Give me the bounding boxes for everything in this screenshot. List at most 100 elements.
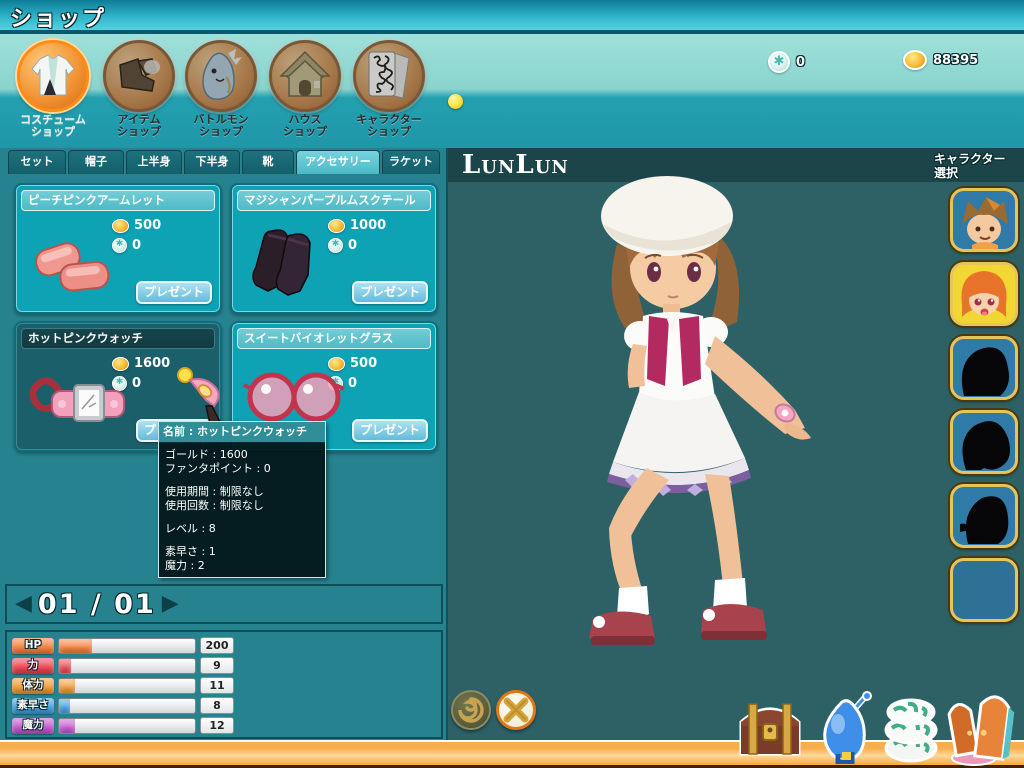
title-bar: ショップ <box>0 0 1024 30</box>
present-button[interactable]: プレゼント <box>352 281 428 304</box>
shop-nav-item[interactable]: アイテム ショップ <box>96 40 182 138</box>
balloon-pet-icon[interactable] <box>812 690 876 764</box>
notification-dot <box>448 94 463 109</box>
purple-gloves-image <box>242 225 332 307</box>
present-button[interactable]: プレゼント <box>136 281 212 304</box>
character-slot-locked[interactable] <box>950 484 1018 548</box>
stat-bar-fill <box>59 639 92 653</box>
stat-label: 素早さ <box>12 698 54 714</box>
rotate-swirl-icon <box>456 695 486 725</box>
tab-lower-body[interactable]: 下半身 <box>184 150 240 174</box>
tooltip-agility: 素早さ : 1 <box>165 545 319 559</box>
violet-glasses-image <box>242 363 346 427</box>
gold-value: 88395 <box>933 53 978 68</box>
stat-row-magic: 魔力 12 <box>12 717 441 734</box>
tooltip-item-name: 名前 : ホットピンクウォッチ <box>159 422 325 443</box>
item-name: マジシャンパープルムスクテール <box>237 190 431 211</box>
wand-cursor-icon <box>176 366 226 428</box>
tooltip-magic: 魔力 : 2 <box>165 559 319 573</box>
item-boots-icon <box>103 40 175 112</box>
stat-row-hp: HP 200 <box>12 637 441 654</box>
shop-screen: ショップ コスチューム ショップ アイテム ショップ <box>0 0 1024 768</box>
tab-upper-body[interactable]: 上半身 <box>126 150 182 174</box>
page-title: ショップ <box>10 1 106 33</box>
item-tooltip: 名前 : ホットピンクウォッチ ゴールド : 1600 ファンタポイント : 0… <box>158 421 326 578</box>
stat-value: 9 <box>200 657 234 674</box>
stat-bar-fill <box>59 659 71 673</box>
exit-doors-icon[interactable] <box>944 690 1020 766</box>
house-icon <box>269 40 341 112</box>
next-page-button[interactable]: ▶ <box>162 586 179 622</box>
stat-value: 11 <box>200 677 234 694</box>
character-slot-boy[interactable] <box>950 188 1018 252</box>
stat-bar <box>58 718 196 734</box>
shop-nav-house[interactable]: ハウス ショップ <box>262 40 348 138</box>
gold-price: 1000 <box>328 218 386 233</box>
stat-row-power: 力 9 <box>12 657 441 674</box>
stat-value: 12 <box>200 717 234 734</box>
gold-coin-icon <box>903 50 927 70</box>
stat-bar-fill <box>59 699 70 713</box>
item-card[interactable]: マジシャンパープルムスクテール 1000 0 プレゼント <box>230 183 438 314</box>
stat-bar-fill <box>59 719 75 733</box>
tab-racket[interactable]: ラケット <box>382 150 440 174</box>
tooltip-fanta-point: ファンタポイント : 0 <box>165 462 319 476</box>
tooltip-gold: ゴールド : 1600 <box>165 448 319 462</box>
silhouette-portrait <box>954 488 1014 544</box>
treasure-chest-icon[interactable] <box>733 692 807 764</box>
tab-accessory[interactable]: アクセサリー <box>296 150 380 174</box>
tooltip-level: レベル : 8 <box>165 522 319 536</box>
pink-watch-image <box>26 363 136 433</box>
gold-price: 500 <box>112 218 161 233</box>
character-slot-empty[interactable] <box>950 558 1018 622</box>
rotate-character-button[interactable] <box>451 690 491 730</box>
fanta-price: 0 <box>328 238 357 253</box>
character-preview-render[interactable] <box>555 166 895 666</box>
tooltip-use-count: 使用回数 : 制限なし <box>165 499 319 513</box>
costume-shirt-icon <box>17 40 89 112</box>
stat-label: 力 <box>12 658 54 674</box>
shop-nav-costume[interactable]: コスチューム ショップ <box>10 40 96 138</box>
stat-row-agility: 素早さ 8 <box>12 697 441 714</box>
silhouette-portrait <box>954 340 1014 396</box>
character-card-icon <box>353 40 425 112</box>
item-card[interactable]: ピーチピンクアームレット 500 0 プレゼント <box>14 183 222 314</box>
tab-shoes[interactable]: 靴 <box>242 150 294 174</box>
stat-bar <box>58 698 196 714</box>
item-name: ホットピンクウォッチ <box>21 328 215 349</box>
close-button[interactable] <box>496 690 536 730</box>
stat-value: 200 <box>200 637 234 654</box>
page-navigation: ◀ 01 / 01 ▶ <box>5 584 443 624</box>
close-x-icon <box>502 696 530 724</box>
candy-stack-icon[interactable] <box>876 694 946 764</box>
tab-set[interactable]: セット <box>8 150 66 174</box>
item-name: ピーチピンクアームレット <box>21 190 215 211</box>
pink-armlets-image <box>26 225 116 295</box>
character-select-label: キャラクター 選択 <box>934 152 1006 180</box>
candy-coin-icon <box>768 51 790 73</box>
stat-label: HP <box>12 638 54 654</box>
stat-row-stamina: 体力 11 <box>12 677 441 694</box>
tab-hat[interactable]: 帽子 <box>68 150 124 174</box>
stat-label: 魔力 <box>12 718 54 734</box>
stat-bar <box>58 638 196 654</box>
fanta-point-value: 0 <box>796 55 805 70</box>
character-slot-locked[interactable] <box>950 410 1018 474</box>
fanta-price: 0 <box>112 238 141 253</box>
gold-display: 88395 <box>903 50 978 70</box>
shop-nav-character[interactable]: キャラクター ショップ <box>346 40 432 138</box>
stat-bar <box>58 658 196 674</box>
boy-portrait <box>954 191 1014 249</box>
stat-label: 体力 <box>12 678 54 694</box>
battlemon-icon <box>185 40 257 112</box>
prev-page-button[interactable]: ◀ <box>15 586 32 622</box>
silhouette-portrait <box>954 414 1014 470</box>
character-slot-locked[interactable] <box>950 336 1018 400</box>
tooltip-use-period: 使用期間 : 制限なし <box>165 485 319 499</box>
game-logo: LunLun <box>462 150 569 180</box>
stat-bar <box>58 678 196 694</box>
character-stats-panel: HP 200 力 9 体力 11 素早さ 8 魔力 12 <box>5 630 443 739</box>
character-slot-girl-selected[interactable] <box>950 262 1018 326</box>
shop-nav-battlemon[interactable]: バトルモン ショップ <box>178 40 264 138</box>
present-button[interactable]: プレゼント <box>352 419 428 442</box>
